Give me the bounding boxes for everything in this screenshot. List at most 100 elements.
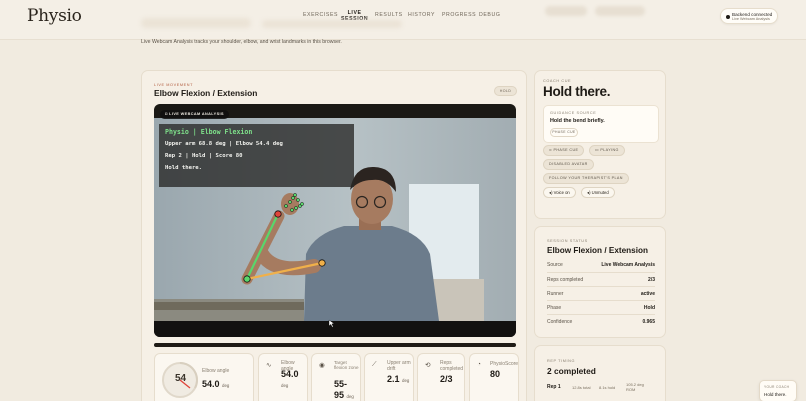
rep-hold: 8.1s hold [599, 385, 616, 390]
coach-cue-text: Hold there. [543, 84, 611, 99]
reps-label: Reps completed [440, 360, 464, 372]
rep-timing-card: REP TIMING 2 completed Rep 1 12.8s total… [534, 345, 666, 401]
nav-exercises[interactable]: EXERCISES [303, 12, 338, 18]
timing-eyebrow: REP TIMING [547, 359, 576, 363]
top-bar: Physio EXERCISES LIVE SESSION RESULTS HI… [0, 0, 806, 40]
session-row-key: Reps completed [547, 277, 584, 283]
mini-coach-text: Hold there. [764, 392, 787, 397]
repeat-icon: ⟲ [425, 362, 431, 369]
phase-cue-chip-label: PHASE CUE [553, 148, 579, 152]
rep-rom-unit: ROM [626, 387, 636, 392]
video-bottom-bar [154, 321, 516, 337]
ruler-icon: ⟋ [372, 361, 377, 368]
session-row-source: Source Live Webcam Analysis [547, 258, 655, 272]
target-label: Target flexion zone [334, 360, 359, 371]
target-value-low: 55- [334, 379, 348, 389]
elbow-angle-label: Elbow angle [202, 368, 230, 374]
overlay-cue: Hold there. [165, 165, 203, 171]
session-status-card: SESSION STATUS Elbow Flexion / Extension… [534, 226, 666, 338]
timing-title: 2 completed [547, 366, 596, 376]
overlay-title: Physio | Elbow Flexion [165, 128, 253, 136]
guidance-eyebrow: GUIDANCE SOURCE [550, 111, 597, 115]
gauge-icon: ◔ [477, 361, 481, 368]
nav-progress[interactable]: PROGRESS [442, 12, 476, 18]
desk-edge [154, 302, 304, 310]
reps-value: 2/3 [440, 374, 453, 384]
rep-total: 12.8s total [572, 385, 591, 390]
coach-cue-card: COACH CUE Hold there. GUIDANCE SOURCE Ho… [534, 70, 666, 219]
score-label: PhysioScore [490, 361, 519, 367]
upper-arm-drift-unit: deg [402, 378, 410, 383]
rep-label: Rep 1 [547, 384, 561, 390]
session-row-reps: Reps completed 2/3 [547, 272, 655, 286]
voice-on-toggle[interactable]: ◂) Voice on [543, 187, 576, 198]
blurred-placeholder [545, 6, 587, 16]
phase-cue-pill: PHASE CUE [550, 128, 578, 137]
upper-arm-drift-label: Upper arm drift [387, 360, 411, 372]
video-badge-label: LIVE WEBCAM ANALYSIS [169, 112, 224, 116]
playing-chip[interactable]: ▭ PLAYING [589, 145, 625, 156]
app-logo[interactable]: Physio [27, 6, 82, 26]
metric-physioscore: ◔ PhysioScore 80 [469, 353, 519, 401]
pose-shoulder-point [318, 259, 326, 267]
session-row-key: Confidence [547, 319, 573, 325]
elbow-angle-unit: deg [222, 383, 230, 388]
floating-coach-widget[interactable]: YOUR COACH Hold there. [759, 380, 797, 401]
target-icon: ◉ [319, 362, 325, 369]
nav-history[interactable]: HISTORY [408, 12, 435, 18]
elbow-angle-2-unit: deg [281, 383, 289, 388]
pose-elbow-point [243, 275, 251, 283]
target-value-high-number: 95 [334, 390, 345, 400]
voice-on-label: Voice on [553, 190, 570, 195]
metric-elbow-angle: 54 Elbow angle 54.0 deg [154, 353, 254, 401]
person-shirt [304, 226, 439, 321]
video-badge: ◘ LIVE WEBCAM ANALYSIS [160, 110, 229, 119]
session-title: Elbow Flexion / Extension [547, 246, 648, 255]
gauge-value: 54 [175, 373, 187, 384]
unmuted-toggle[interactable]: ◂) Unmuted [581, 187, 615, 198]
status-dot-icon [726, 14, 730, 19]
elbow-angle-2-value: 54.0 deg [281, 369, 307, 391]
unmuted-label: Unmuted [591, 190, 609, 195]
session-row-value: Hold [643, 305, 655, 311]
activity-icon: ∿ [266, 362, 272, 369]
target-value-high: 95 deg [334, 390, 354, 401]
pose-wrist-point [274, 210, 282, 218]
playing-chip-label: PLAYING [600, 148, 619, 152]
overlay-angles: Upper arm 68.8 deg | Elbow 54.4 deg [165, 141, 283, 147]
metric-elbow-angle-2: ∿ Elbow angle 54.0 deg [258, 353, 308, 401]
elbow-angle-value: 54.0 deg [202, 379, 229, 391]
analysis-overlay: Physio | Elbow Flexion Upper arm 68.8 de… [159, 124, 354, 187]
intro-text: Live Webcam Analysis tracks your shoulde… [141, 39, 342, 45]
coach-eyebrow: COACH CUE [543, 79, 572, 83]
session-eyebrow: SESSION STATUS [547, 239, 588, 243]
target-unit: deg [346, 394, 354, 399]
phase-badge: HOLD [494, 86, 517, 96]
session-row-value: active [640, 291, 655, 297]
overlay-rep-info: Rep 2 | Hold | Score 80 [165, 153, 243, 159]
blurred-placeholder [595, 6, 645, 16]
elbow-angle-number: 54.0 [202, 379, 220, 389]
disabled-avatar-chip[interactable]: DISABLED AVATAR [543, 159, 594, 170]
score-value: 80 [490, 369, 501, 379]
session-row-runner: Runner active [547, 286, 655, 300]
upper-arm-drift-value: 2.1 deg [387, 374, 409, 386]
backend-status-pill: Backend connected Live Webcam Analysis [720, 8, 778, 24]
session-row-confidence: Confidence 0.965 [547, 314, 655, 328]
session-progress-bar [154, 343, 516, 347]
metric-reps: ⟲ Reps completed 2/3 [417, 353, 465, 401]
nav-debug[interactable]: DEBUG [479, 12, 500, 18]
live-movement-card: LIVE MOVEMENT Elbow Flexion / Extension … [141, 70, 527, 401]
backend-status-title: Backend connected [732, 11, 773, 17]
guidance-text: Hold the bend briefly. [550, 118, 605, 124]
movement-title: Elbow Flexion / Extension [154, 88, 258, 98]
session-row-key: Source [547, 262, 563, 268]
follow-plan-chip[interactable]: FOLLOW YOUR THERAPIST'S PLAN [543, 173, 629, 184]
webcam-feed[interactable]: ◘ LIVE WEBCAM ANALYSIS Physio | Elbow Fl… [154, 104, 516, 337]
guidance-source-box: GUIDANCE SOURCE Hold the bend briefly. P… [543, 105, 659, 143]
phase-cue-chip[interactable]: ∞ PHASE CUE [543, 145, 585, 156]
session-row-value: 0.965 [642, 319, 655, 325]
nav-results[interactable]: RESULTS [375, 12, 403, 18]
elbow-angle-2-number: 54.0 [281, 369, 299, 379]
metric-upper-arm-drift: ⟋ Upper arm drift 2.1 deg [364, 353, 414, 401]
